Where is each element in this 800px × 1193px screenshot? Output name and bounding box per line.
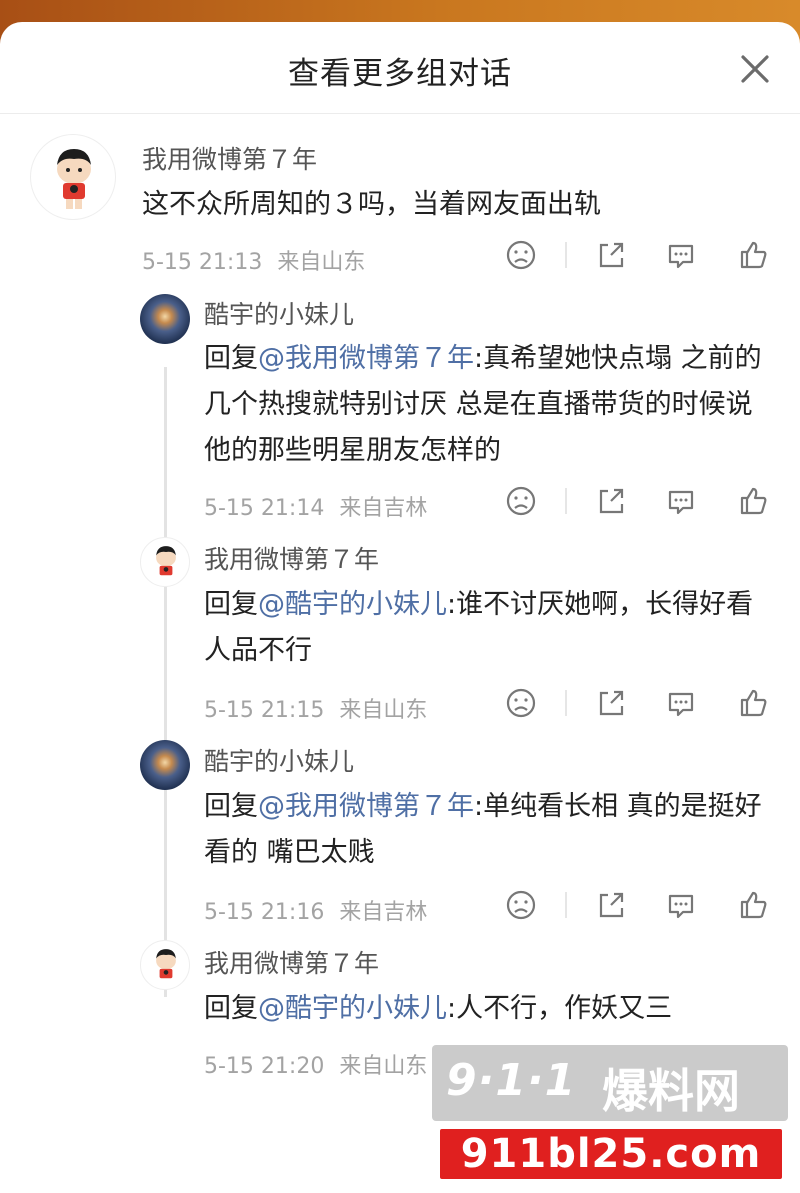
page-title: 查看更多组对话 — [288, 56, 512, 92]
share-icon[interactable] — [594, 686, 628, 720]
reply-prefix: 回复 — [204, 343, 258, 374]
comment-text: 回复@酷宇的小妹儿:人不行，作妖又三 — [204, 986, 774, 1032]
mention-link[interactable]: @我用微博第７年 — [258, 343, 474, 374]
comment-actions — [0, 686, 800, 726]
comment-location: 来自山东 — [339, 1054, 428, 1079]
comment-author[interactable]: 我用微博第７年 — [204, 540, 379, 576]
share-icon[interactable] — [594, 238, 628, 272]
avatar[interactable] — [140, 940, 190, 990]
mention-link[interactable]: @酷宇的小妹儿 — [258, 993, 447, 1024]
avatar[interactable] — [30, 134, 116, 220]
close-icon[interactable] — [738, 52, 772, 86]
comment-actions — [0, 888, 800, 928]
cartoon-boy-avatar-icon — [57, 149, 91, 209]
watermark-url: 911bl25.com — [460, 1131, 762, 1177]
action-divider — [565, 488, 567, 514]
conversation-sheet: 查看更多组对话 我用微博第７年 这不众所周知的３吗，当着网友面出轨 5-15 2… — [0, 22, 800, 1193]
comment-time: 5-15 21:20 — [204, 1054, 325, 1079]
sad-face-icon[interactable] — [504, 238, 538, 272]
thumbs-up-icon[interactable] — [736, 686, 770, 720]
thumbs-up-icon[interactable] — [736, 238, 770, 272]
watermark-banner: 9·1·1 爆料网 — [432, 1045, 788, 1121]
comment-author[interactable]: 酷宇的小妹儿 — [204, 295, 354, 331]
sheet-header: 查看更多组对话 — [0, 22, 800, 114]
avatar[interactable] — [140, 537, 190, 587]
comment-author[interactable]: 我用微博第７年 — [204, 944, 379, 980]
comment-icon[interactable] — [664, 686, 698, 720]
sad-face-icon[interactable] — [504, 686, 538, 720]
watermark-brand: 爆料网 — [602, 1064, 740, 1118]
reply-body: :人不行，作妖又三 — [447, 993, 673, 1024]
comment-text: 回复@我用微博第７年:真希望她快点塌 之前的几个热搜就特别讨厌 总是在直播带货的… — [204, 336, 774, 474]
avatar[interactable] — [140, 740, 190, 790]
action-divider — [565, 690, 567, 716]
comment-text: 回复@酷宇的小妹儿:谁不讨厌她啊，长得好看人品不行 — [204, 582, 774, 674]
comment-icon[interactable] — [664, 484, 698, 518]
cartoon-boy-avatar-icon — [156, 949, 176, 979]
comment-author[interactable]: 酷宇的小妹儿 — [204, 742, 354, 778]
comment-text: 回复@我用微博第７年:单纯看长相 真的是挺好看的 嘴巴太贱 — [204, 784, 774, 876]
sad-face-icon[interactable] — [504, 484, 538, 518]
watermark-url-bar: 911bl25.com — [440, 1129, 782, 1179]
action-divider — [565, 892, 567, 918]
watermark-logo: 9·1·1 — [446, 1055, 577, 1106]
comment-text: 这不众所周知的３吗，当着网友面出轨 — [142, 189, 601, 220]
comment-actions — [0, 238, 800, 278]
mention-link[interactable]: @酷宇的小妹儿 — [258, 589, 447, 620]
watermark: 9·1·1 爆料网 911bl25.com — [432, 1045, 788, 1185]
reply-prefix: 回复 — [204, 589, 258, 620]
reply-prefix: 回复 — [204, 993, 258, 1024]
thumbs-up-icon[interactable] — [736, 484, 770, 518]
comment-actions — [0, 484, 800, 524]
sad-face-icon[interactable] — [504, 888, 538, 922]
mention-link[interactable]: @我用微博第７年 — [258, 791, 474, 822]
comment-meta: 5-15 21:20 来自山东 — [204, 1048, 427, 1080]
cartoon-boy-avatar-icon — [156, 546, 176, 576]
comment-icon[interactable] — [664, 238, 698, 272]
reply-prefix: 回复 — [204, 791, 258, 822]
comment-icon[interactable] — [664, 888, 698, 922]
share-icon[interactable] — [594, 888, 628, 922]
avatar[interactable] — [140, 294, 190, 344]
action-divider — [565, 242, 567, 268]
share-icon[interactable] — [594, 484, 628, 518]
comment-author[interactable]: 我用微博第７年 — [142, 140, 317, 176]
thumbs-up-icon[interactable] — [736, 888, 770, 922]
